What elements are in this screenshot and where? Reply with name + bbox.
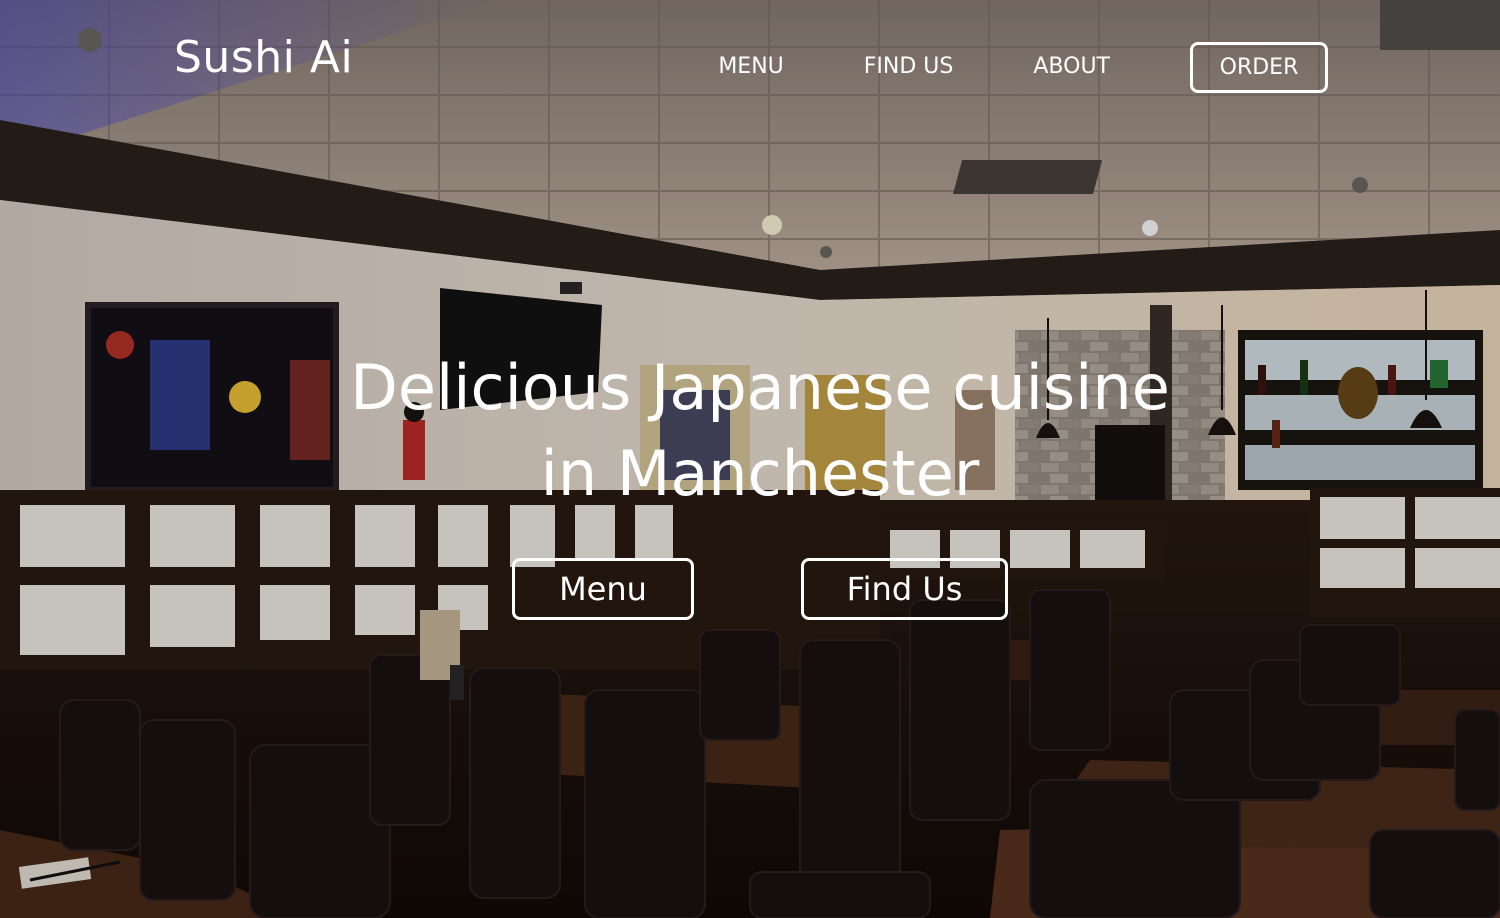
hero-find-us-button[interactable]: Find Us [801,558,1008,620]
hero-headline-line1: Delicious Japanese cuisine [350,351,1170,424]
nav-order-button[interactable]: ORDER [1190,41,1328,93]
hero-menu-button[interactable]: Menu [512,558,694,620]
hero-headline-line2: in Manchester [540,437,980,510]
top-navigation: MENU FIND US ABOUT ORDER [718,40,1328,94]
nav-about-link[interactable]: ABOUT [1033,40,1110,94]
nav-menu-link[interactable]: MENU [718,40,783,94]
hero-headline: Delicious Japanese cuisine in Manchester [0,345,1500,517]
hero-section: Sushi Ai MENU FIND US ABOUT ORDER Delici… [0,0,1500,918]
brand-logo[interactable]: Sushi Ai [174,30,353,86]
nav-find-us-link[interactable]: FIND US [864,40,954,94]
